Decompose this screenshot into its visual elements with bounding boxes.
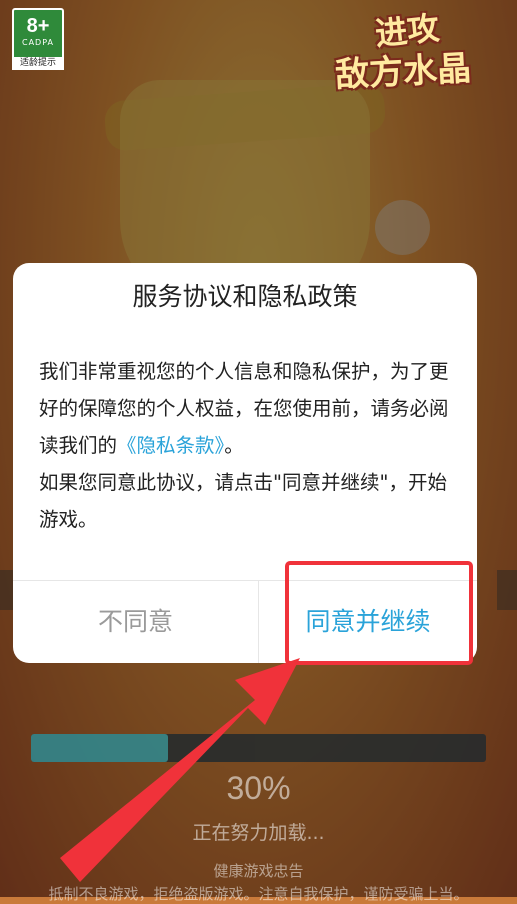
privacy-terms-link[interactable]: 《隐私条款》 bbox=[117, 434, 224, 457]
rating-tip: 适龄提示 bbox=[12, 57, 64, 70]
loading-progress-fill bbox=[31, 734, 168, 762]
loading-progress-bar bbox=[31, 734, 486, 762]
rating-org: CADPA bbox=[21, 38, 54, 47]
dialog-body: 我们非常重视您的个人信息和隐私保护，为了更好的保障您的个人权益，在您使用前，请务… bbox=[39, 353, 459, 538]
rating-badge-icon: 8+ CADPA 适龄提示 bbox=[12, 8, 64, 70]
loading-status: 正在努力加载... bbox=[192, 822, 325, 844]
game-logo: 进攻 敌方水晶 bbox=[334, 6, 511, 96]
health-notice-title: 健康游戏忠告 bbox=[213, 862, 304, 880]
health-notice-text: 抵制不良游戏，拒绝盗版游戏。注意自我保护，谨防受骗上当。 bbox=[48, 885, 469, 903]
rating-age: 8+ bbox=[26, 15, 50, 37]
dialog-paragraph-1: 我们非常重视您的个人信息和隐私保护，为了更好的保障您的个人权益，在您使用前，请务… bbox=[39, 353, 459, 464]
dialog-paragraph-2: 如果您同意此协议，请点击"同意并继续"，开始游戏。 bbox=[39, 471, 447, 531]
decline-button[interactable]: 不同意 bbox=[13, 581, 258, 663]
loading-percent: 30% bbox=[226, 770, 291, 806]
dialog-text-1-end: 。 bbox=[224, 434, 244, 457]
logo-line-2: 敌方水晶 bbox=[334, 48, 473, 96]
accept-highlight-box bbox=[285, 561, 473, 665]
dialog-title: 服务协议和隐私政策 bbox=[132, 282, 358, 311]
